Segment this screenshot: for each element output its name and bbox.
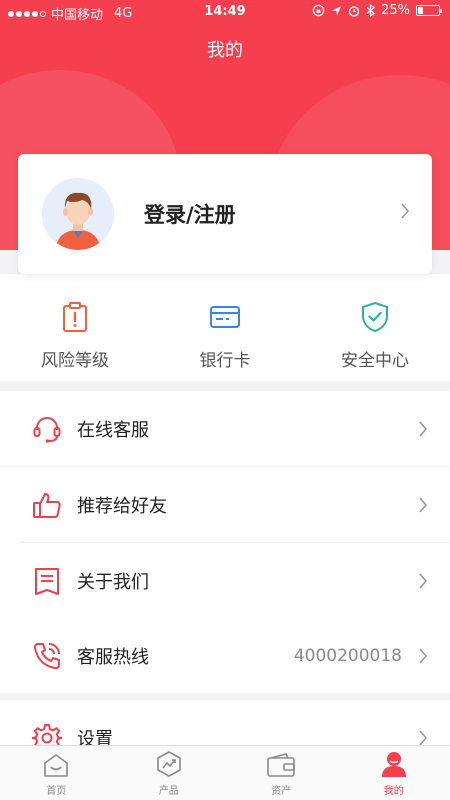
tab-mine[interactable]: 我的 — [338, 746, 450, 800]
document-icon — [32, 566, 62, 596]
tab-products-label: 产品 — [158, 786, 179, 797]
chevron-right-icon — [401, 203, 410, 219]
phone-icon — [32, 641, 62, 671]
bank-card-label: 银行卡 — [199, 351, 251, 371]
service-group: 在线客服 — [0, 391, 450, 466]
info-group: 推荐给好友 关于我们 客服热线 4000200018 — [0, 467, 450, 693]
chevron-right-icon — [419, 496, 428, 513]
page-title: 我的 — [207, 40, 243, 61]
battery-icon — [416, 5, 442, 16]
alarm-icon — [348, 5, 360, 17]
shield-check-icon — [362, 301, 388, 333]
hotline-label: 客服热线 — [77, 646, 149, 668]
tab-home-label: 首页 — [46, 786, 67, 797]
avatar — [42, 178, 114, 250]
risk-level-label: 风险等级 — [41, 351, 109, 371]
chevron-right-icon — [419, 729, 428, 746]
tab-mine-label: 我的 — [383, 786, 404, 797]
recommend-row[interactable]: 推荐给好友 — [0, 467, 450, 542]
wallet-icon — [267, 753, 296, 777]
bank-card-icon — [210, 306, 240, 328]
tab-products[interactable]: 产品 — [113, 746, 226, 800]
chevron-right-icon — [419, 572, 428, 589]
tab-home[interactable]: 首页 — [0, 746, 113, 800]
hotline-number: 4000200018 — [293, 645, 402, 666]
recommend-label: 推荐给好友 — [77, 495, 167, 517]
chevron-right-icon — [419, 647, 428, 664]
battery-percent: 25% — [381, 3, 410, 18]
tab-assets[interactable]: 资产 — [225, 746, 338, 800]
thumbs-up-icon — [32, 490, 62, 520]
hotline-row[interactable]: 客服热线 4000200018 — [0, 618, 450, 693]
tab-bar: 首页 产品 资产 我的 — [0, 745, 450, 800]
risk-level-button[interactable]: 风险等级 — [0, 300, 150, 371]
security-center-button[interactable]: 安全中心 — [300, 300, 450, 371]
headset-icon — [32, 414, 62, 444]
bank-card-button[interactable]: 银行卡 — [150, 300, 300, 371]
login-register-label: 登录/注册 — [144, 203, 236, 227]
about-us-row[interactable]: 关于我们 — [0, 543, 450, 618]
security-center-label: 安全中心 — [341, 351, 409, 371]
chevron-right-icon — [419, 420, 428, 437]
product-icon — [156, 751, 181, 777]
online-service-label: 在线客服 — [77, 419, 149, 441]
bluetooth-icon — [366, 4, 376, 17]
orientation-lock-icon — [312, 4, 325, 17]
status-bar: 中国移动 4G 14:49 25% — [0, 0, 450, 24]
about-us-label: 关于我们 — [77, 571, 149, 593]
quick-actions: 风险等级 银行卡 安全中心 — [0, 274, 450, 381]
tab-assets-label: 资产 — [271, 786, 292, 797]
user-icon — [381, 752, 406, 777]
login-card[interactable]: 登录/注册 — [18, 154, 432, 274]
home-icon — [44, 754, 69, 777]
clipboard-alert-icon — [63, 302, 87, 332]
online-service-row[interactable]: 在线客服 — [0, 391, 450, 466]
location-icon — [332, 5, 342, 16]
